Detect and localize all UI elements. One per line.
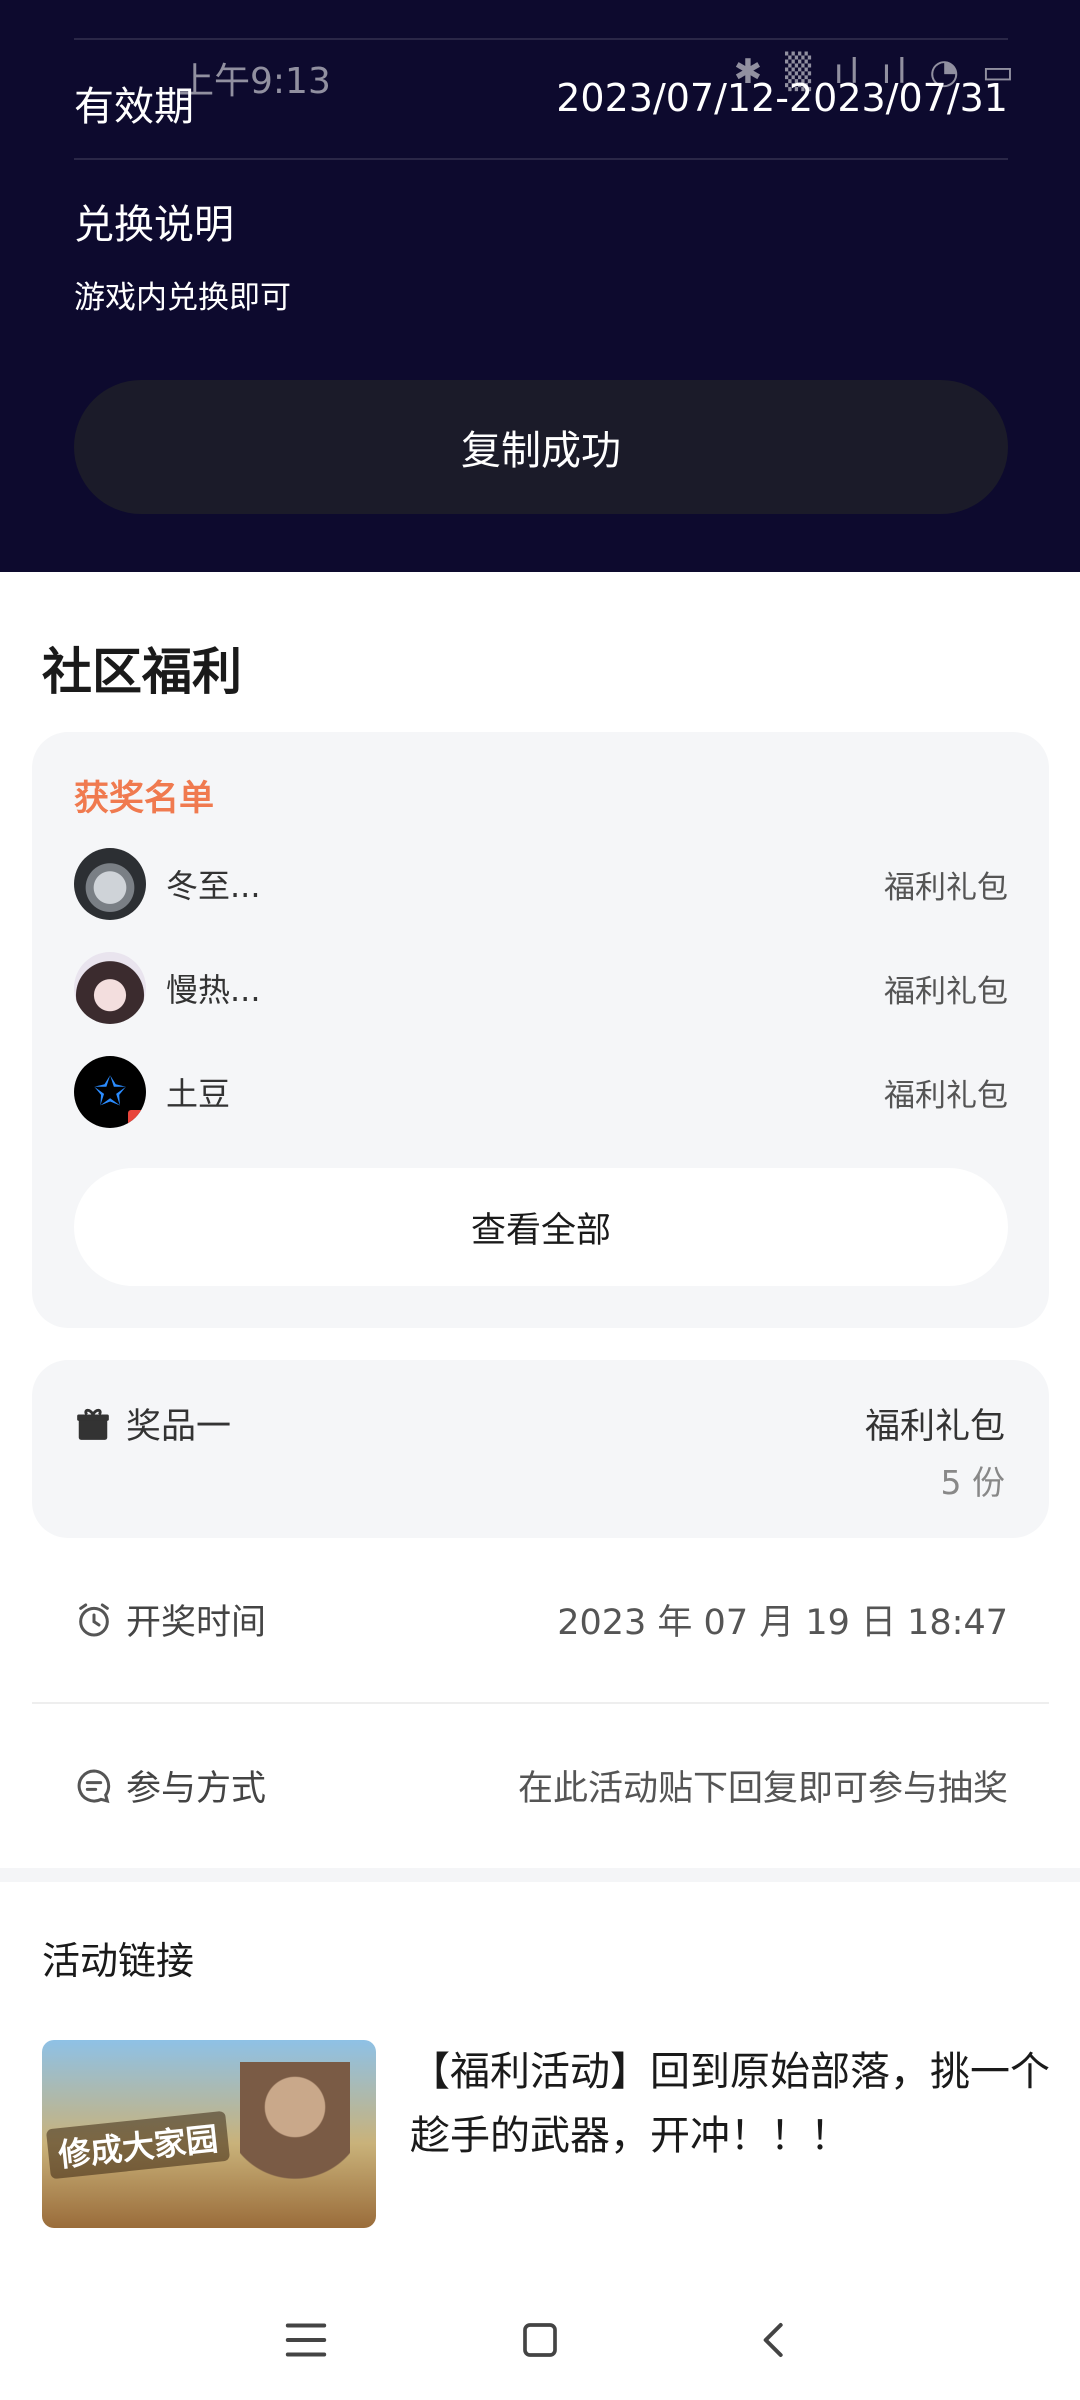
activity-link-text[interactable]: 【福利活动】回到原始部落，挑一个趁手的武器，开冲！！！ — [410, 2040, 1050, 2168]
prize-card: 奖品一 福利礼包 5 份 — [32, 1360, 1049, 1538]
system-nav-bar — [0, 2280, 1080, 2400]
prize-name: 福利礼包 — [864, 1407, 1005, 1447]
star-icon: ✩ — [93, 1069, 127, 1115]
prize-label-group: 奖品一 — [74, 1398, 231, 1449]
home-button[interactable] — [508, 2308, 572, 2372]
redemption-panel: 上午9:13 ✱ ▒ ıl ıl ◔ ▭ 有效期 2023/07/12-2023… — [0, 0, 1080, 572]
view-all-button[interactable]: 查看全部 — [74, 1168, 1008, 1286]
winner-prize: 福利礼包 — [884, 1077, 1008, 1114]
chat-icon — [77, 1768, 111, 1803]
winner-row[interactable]: 冬至... 福利礼包 — [74, 846, 1008, 922]
girl-avatar[interactable] — [74, 952, 146, 1024]
winner-row[interactable]: ✩ 土豆 福利礼包 — [74, 1054, 1008, 1130]
gift-icon — [77, 1408, 109, 1440]
winner-name: 慢热... — [166, 971, 261, 1009]
winners-title: 获奖名单 — [74, 779, 215, 819]
draw-time-label: 开奖时间 — [126, 1603, 267, 1643]
validity-value: 2023/07/12-2023/07/31 — [556, 76, 1008, 120]
back-button[interactable] — [742, 2308, 806, 2372]
prize-label: 奖品一 — [126, 1407, 232, 1447]
exchange-description: 游戏内兑换即可 — [74, 280, 291, 316]
participation-row: 参与方式 在此活动贴下回复即可参与抽奖 — [74, 1760, 1008, 1811]
divider — [74, 158, 1008, 160]
divider — [32, 1702, 1049, 1704]
winner-prize: 福利礼包 — [884, 973, 1008, 1010]
menu-button[interactable] — [274, 2308, 338, 2372]
section-gap — [0, 1868, 1080, 1882]
activity-link-title: 活动链接 — [42, 1939, 195, 1983]
community-benefits-title: 社区福利 — [42, 643, 242, 701]
winners-card: 获奖名单 冬至... 福利礼包 慢热... 福利礼包 ✩ 土豆 福利礼包 查看全… — [32, 732, 1049, 1328]
winner-prize: 福利礼包 — [884, 869, 1008, 906]
menu-icon — [285, 2323, 327, 2357]
car-avatar[interactable] — [74, 848, 146, 920]
back-chevron-icon — [763, 2323, 783, 2357]
winner-row[interactable]: 慢热... 福利礼包 — [74, 950, 1008, 1026]
prize-count: 5 份 — [940, 1463, 1006, 1502]
alarm-clock-icon — [79, 1603, 109, 1636]
thumbnail-logo-text: 修成大家园 — [45, 2110, 231, 2180]
character-illustration — [240, 2062, 350, 2212]
participation-label: 参与方式 — [126, 1769, 267, 1809]
badge-icon — [128, 1110, 144, 1126]
winner-name: 冬至... — [166, 867, 261, 905]
star-avatar[interactable]: ✩ — [74, 1056, 146, 1128]
draw-time-value: 2023 年 07 月 19 日 18:47 — [557, 1603, 1008, 1643]
copy-success-button[interactable]: 复制成功 — [74, 380, 1008, 514]
participation-value: 在此活动贴下回复即可参与抽奖 — [517, 1769, 1008, 1809]
activity-thumbnail[interactable]: 修成大家园 — [42, 2040, 376, 2228]
winner-name: 土豆 — [166, 1075, 231, 1113]
home-square-icon — [523, 2323, 557, 2357]
draw-time-row: 开奖时间 2023 年 07 月 19 日 18:47 — [74, 1594, 1008, 1645]
status-time: 上午9:13 — [178, 61, 331, 102]
validity-label: 有效期 — [74, 84, 194, 130]
exchange-title: 兑换说明 — [74, 202, 234, 248]
divider — [74, 38, 1008, 40]
